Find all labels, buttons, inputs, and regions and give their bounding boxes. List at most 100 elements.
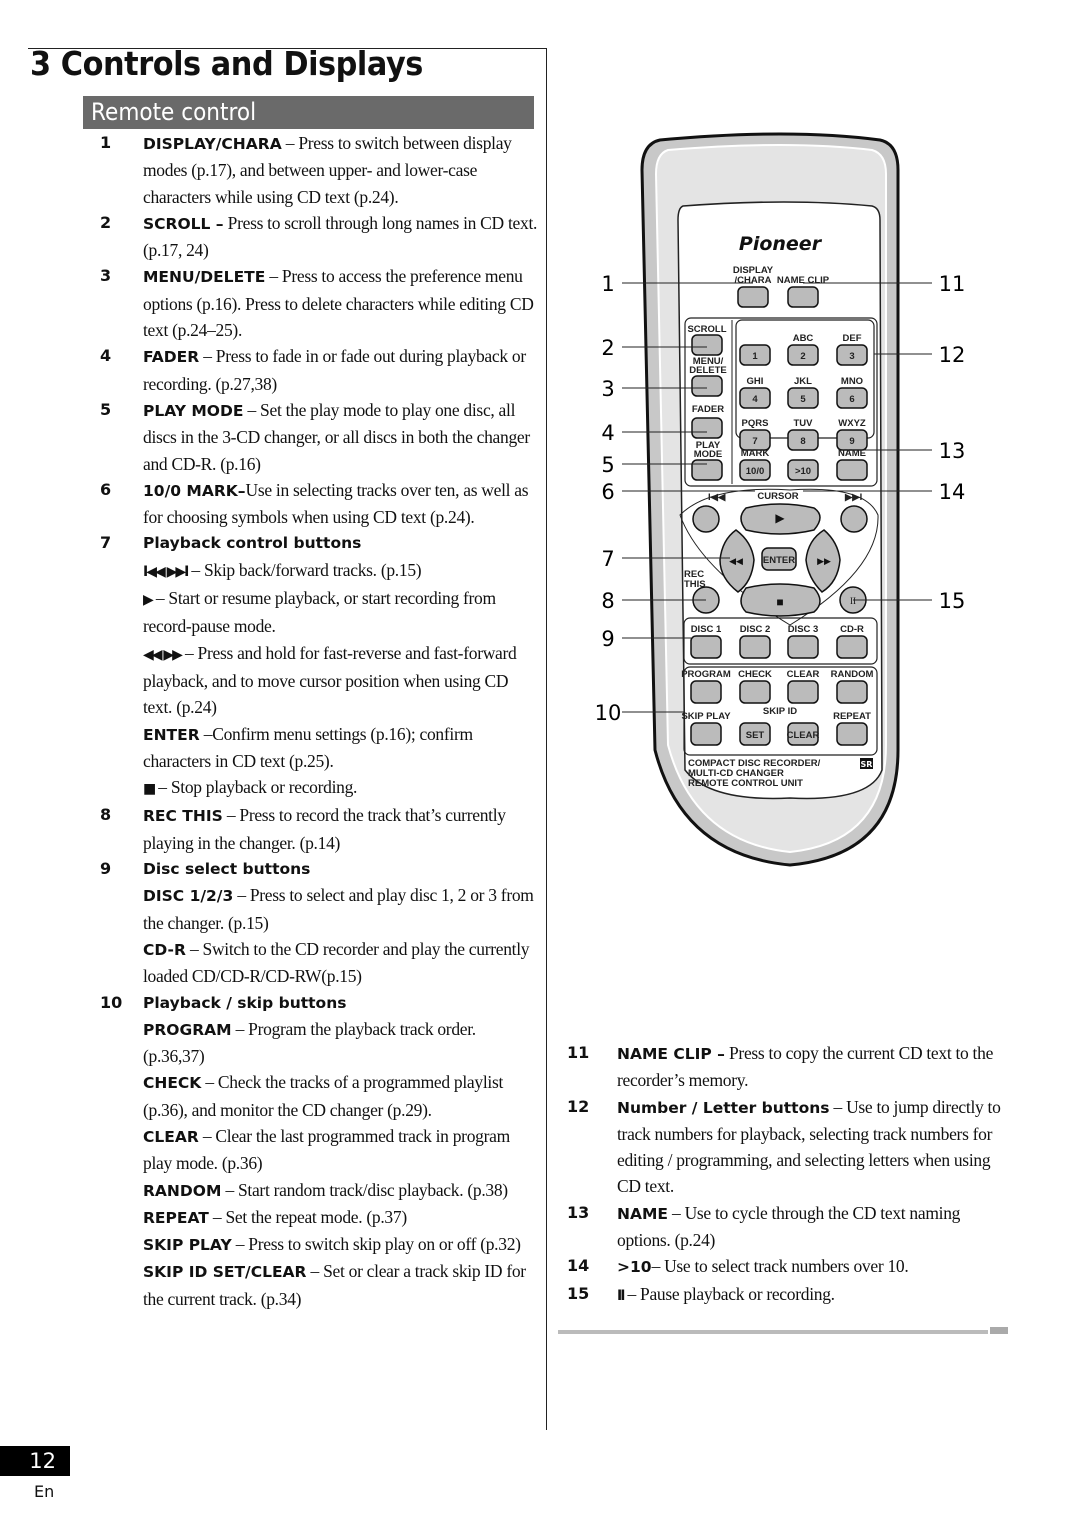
list-item: 4 FADER – Press to fade in or fade out du… xyxy=(100,343,540,397)
key-digit: 8 xyxy=(800,436,805,447)
page-title: 3 Controls and Displays xyxy=(30,44,423,83)
disc-button-3[interactable] xyxy=(787,635,819,659)
key-digit: 3 xyxy=(849,351,854,362)
item-body: REC THIS – Press to record the track tha… xyxy=(143,802,540,856)
item-label: NAME xyxy=(617,1204,668,1223)
skip-play-button[interactable] xyxy=(690,722,722,746)
item-entry: I◀◀ ▶▶I – Skip back/forward tracks. (p.1… xyxy=(143,557,540,585)
item-body: MENU/DELETE – Press to access the prefer… xyxy=(143,263,540,343)
item-description: – Press to switch skip play on or off (p… xyxy=(231,1234,521,1255)
right-column-list: 11 NAME CLIP – Press to copy the current … xyxy=(567,1040,1017,1309)
check-button[interactable] xyxy=(739,680,771,704)
item-entry: PLAY MODE – Set the play mode to play on… xyxy=(143,400,530,474)
mark-key-label: 10/0 xyxy=(746,466,765,477)
item-body: NAME CLIP – Press to copy the current CD… xyxy=(617,1040,1017,1094)
item-entry: Number / Letter buttons – Use to jump di… xyxy=(617,1097,1001,1197)
item-number: 8 xyxy=(100,805,112,825)
item-number: 13 xyxy=(567,1202,590,1222)
item-description: – Press to fade in or fade out during pl… xyxy=(143,346,526,394)
item-description: – Start random track/disc playback. (p.3… xyxy=(221,1179,508,1200)
scroll-button[interactable] xyxy=(691,334,723,356)
left-column-list: 1 DISPLAY/CHARA – Press to switch between… xyxy=(100,130,540,1312)
list-item: 10 Playback / skip buttons PROGRAM – Progr… xyxy=(100,990,540,1313)
list-item: 15 II – Pause playback or recording. xyxy=(567,1281,1017,1309)
mode-label: RANDOM xyxy=(831,669,874,680)
mark-label: MARK xyxy=(741,448,770,459)
set-label: SET xyxy=(746,730,765,741)
fast-forward-icon: ▶▶ xyxy=(817,556,831,566)
item-description: – Set the repeat mode. (p.37) xyxy=(208,1206,407,1227)
footer-line-3: REMOTE CONTROL UNIT xyxy=(688,778,803,789)
item-label: CLEAR xyxy=(143,1127,199,1146)
item-label: CD-R xyxy=(143,940,186,959)
fader-button[interactable] xyxy=(691,417,723,439)
play-icon: ▶ xyxy=(775,511,785,525)
callout-number: 4 xyxy=(601,421,614,445)
item-body: FADER – Press to fade in or fade out dur… xyxy=(143,343,540,397)
item-entry: SKIP ID SET/CLEAR – Set or clear a track… xyxy=(143,1258,540,1312)
key-digit: 1 xyxy=(752,351,758,362)
fader-label: FADER xyxy=(692,404,724,415)
item-description: – Use to cycle through the CD text namin… xyxy=(617,1202,961,1251)
name-clip-button[interactable] xyxy=(787,286,819,308)
callout-number: 14 xyxy=(939,480,966,504)
skip-forward-button[interactable] xyxy=(840,505,868,533)
mode-label: PROGRAM xyxy=(681,669,731,680)
item-entry: REPEAT – Set the repeat mode. (p.37) xyxy=(143,1204,540,1231)
item-label: PLAY MODE xyxy=(143,401,244,420)
key-letters: TUV xyxy=(794,418,814,429)
callout-number: 9 xyxy=(601,627,614,651)
item-number: 3 xyxy=(100,266,112,286)
item-label: ENTER xyxy=(143,725,200,744)
item-number: 6 xyxy=(100,479,112,499)
repeat-button[interactable] xyxy=(836,722,868,746)
item-description: – Skip back/forward tracks. (p.15) xyxy=(187,559,422,580)
key-letters: ABC xyxy=(793,333,814,344)
skip-back-button[interactable] xyxy=(692,505,720,533)
key-digit: 4 xyxy=(752,394,758,405)
item-label: NAME CLIP – xyxy=(617,1045,725,1063)
item-description: – Pause playback or recording. xyxy=(623,1283,835,1304)
item-body: II – Pause playback or recording. xyxy=(617,1281,1017,1309)
item-label: FADER xyxy=(143,348,200,367)
list-item: 13 NAME – Use to cycle through the CD tex… xyxy=(567,1200,1017,1254)
key-letters: JKL xyxy=(794,376,812,387)
key-digit: 6 xyxy=(849,394,854,405)
item-body: PLAY MODE – Set the play mode to play on… xyxy=(143,397,540,477)
callout-number: 8 xyxy=(601,589,614,613)
program-button[interactable] xyxy=(690,680,722,704)
callout-number: 1 xyxy=(601,272,614,296)
cursor-label: CURSOR xyxy=(757,491,798,502)
item-entry: SCROLL – Press to scroll through long na… xyxy=(143,213,537,260)
mode-label: MODE xyxy=(694,449,723,460)
item-body: Number / Letter buttons – Use to jump di… xyxy=(617,1094,1017,1200)
item-label: SKIP ID SET/CLEAR xyxy=(143,1263,307,1282)
item-label: SKIP PLAY xyxy=(143,1236,232,1255)
callout-number: 15 xyxy=(939,589,966,613)
item-number: 1 xyxy=(100,133,112,152)
name-clip-label: NAME CLIP xyxy=(777,275,830,286)
item-number: 9 xyxy=(100,859,112,879)
item-entry: FADER – Press to fade in or fade out dur… xyxy=(143,346,526,393)
item-description: – Use to select track numbers over 10. xyxy=(651,1256,909,1277)
list-item: 8 REC THIS – Press to record the track th… xyxy=(100,802,540,856)
list-item: 11 NAME CLIP – Press to copy the current … xyxy=(567,1040,1017,1094)
list-item: 6 10/0 MARK–Use in selecting tracks over … xyxy=(100,477,540,531)
disc-button-2[interactable] xyxy=(739,635,771,659)
callout-number: 7 xyxy=(601,547,614,571)
control-symbol-icon: I◀◀ ▶▶I xyxy=(143,563,189,580)
item-entry: PROGRAM – Program the playback track ord… xyxy=(143,1016,540,1070)
disc-button-4[interactable] xyxy=(836,635,868,659)
name-button[interactable] xyxy=(836,459,868,481)
disc-button-1[interactable] xyxy=(690,635,722,659)
item-body: DISPLAY/CHARA – Press to switch between … xyxy=(143,130,540,210)
play-mode-button[interactable] xyxy=(691,459,723,481)
item-body: NAME – Use to cycle through the CD text … xyxy=(617,1200,1017,1254)
clear-button[interactable] xyxy=(787,680,819,704)
item-label: DISC 1/2/3 xyxy=(143,887,234,906)
display-chara-button[interactable] xyxy=(737,286,769,308)
disc-label: CD-R xyxy=(840,624,864,635)
random-button[interactable] xyxy=(836,680,868,704)
menu-delete-button[interactable] xyxy=(691,375,723,397)
key-digit: 9 xyxy=(849,436,854,447)
